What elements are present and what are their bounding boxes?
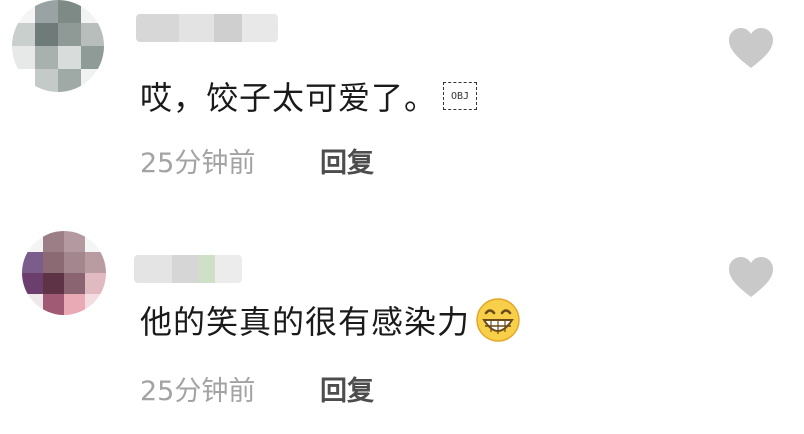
comment-item: 他的笑真的很有感染力 25分钟前 回复	[0, 205, 804, 434]
comment-body: 哎，饺子太可爱了。	[140, 79, 438, 117]
comment-meta: 25分钟前 回复	[140, 368, 374, 408]
object-replacement-marker: OBJ	[443, 82, 478, 110]
reply-button[interactable]: 回复	[320, 369, 374, 408]
comment-text: 他的笑真的很有感染力	[140, 297, 522, 343]
heart-icon[interactable]	[726, 26, 776, 70]
comment-body: 他的笑真的很有感染力	[140, 303, 471, 341]
username-blurred[interactable]	[136, 14, 278, 42]
grinning-face-icon	[476, 298, 520, 342]
username-blurred[interactable]	[134, 255, 242, 283]
avatar[interactable]	[22, 231, 106, 315]
comment-text: 哎，饺子太可爱了。 OBJ	[140, 73, 478, 119]
timestamp: 25分钟前	[140, 147, 256, 179]
reply-button[interactable]: 回复	[320, 141, 374, 180]
timestamp: 25分钟前	[140, 375, 256, 407]
comment-item: 哎，饺子太可爱了。 OBJ 25分钟前 回复	[0, 0, 804, 205]
comment-meta: 25分钟前 回复	[140, 140, 374, 180]
heart-icon[interactable]	[726, 255, 776, 299]
avatar[interactable]	[12, 0, 104, 92]
